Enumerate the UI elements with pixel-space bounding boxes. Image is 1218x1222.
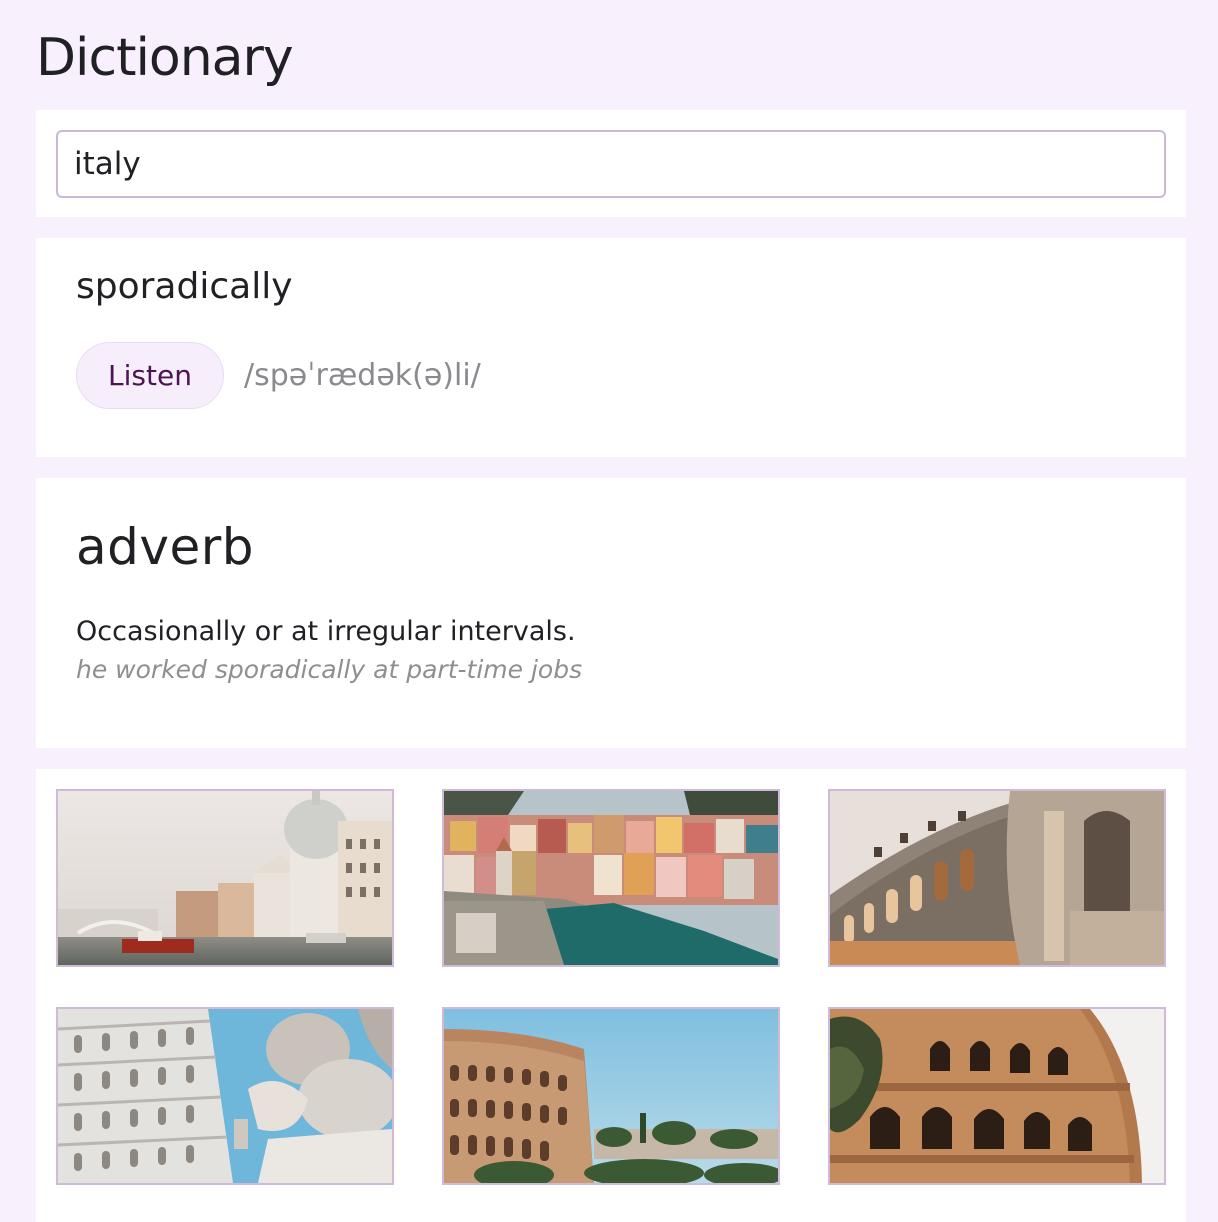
pula-arena-arches-photo[interactable] (828, 789, 1166, 967)
colosseum-sky-photo[interactable] (442, 1007, 780, 1185)
search-input[interactable] (56, 130, 1166, 198)
leaning-tower-pisa-statue-photo[interactable] (56, 1007, 394, 1185)
colosseum-closeup-image (830, 1009, 1164, 1183)
listen-button[interactable]: Listen (76, 342, 224, 409)
example-text: he worked sporadically at part-time jobs (76, 655, 583, 684)
cinque-terre-image (444, 791, 778, 965)
dictionary-app: Dictionary sporadically Listen /spəˈrædə… (0, 0, 1218, 1222)
definition-text: Occasionally or at irregular intervals. (76, 616, 576, 647)
meaning-card: adverb Occasionally or at irregular inte… (36, 478, 1186, 748)
colosseum-closeup-photo[interactable] (828, 1007, 1166, 1185)
search-card (36, 110, 1186, 217)
venice-image (58, 791, 392, 965)
venice-grand-canal-photo[interactable] (56, 789, 394, 967)
keyword-heading: sporadically (76, 266, 293, 307)
page-title: Dictionary (36, 28, 294, 88)
phonetic-text: /spəˈrædək(ə)li/ (244, 358, 481, 393)
pisa-image (58, 1009, 392, 1183)
cinque-terre-vernazza-photo[interactable] (442, 789, 780, 967)
images-gallery (36, 769, 1186, 1222)
part-of-speech-heading: adverb (76, 518, 255, 576)
arena-image (830, 791, 1164, 965)
word-card: sporadically Listen /spəˈrædək(ə)li/ (36, 238, 1186, 457)
colosseum-wide-image (444, 1009, 778, 1183)
